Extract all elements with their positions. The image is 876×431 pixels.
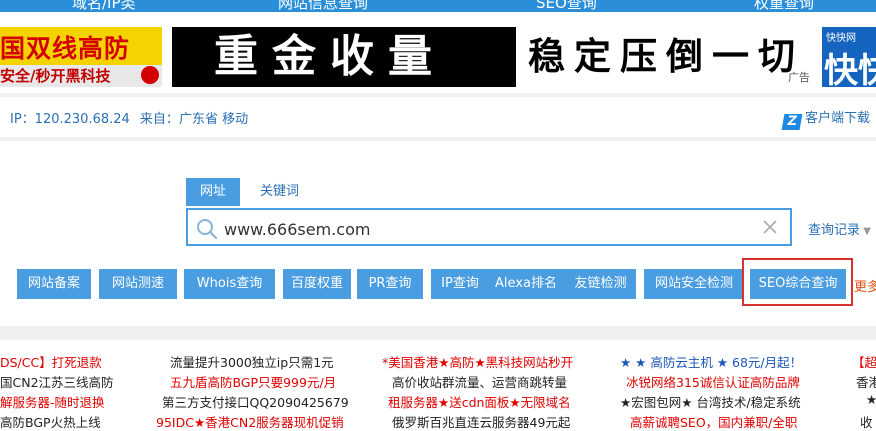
text-ad-link[interactable]: 95IDC★香港CN2服务器现机促销	[156, 412, 344, 431]
ip-address: IP：120.230.68.24	[10, 112, 130, 127]
divider	[0, 326, 876, 340]
tab-url[interactable]: 网址	[186, 178, 241, 206]
text-ad-link[interactable]: 五九盾高防BGP只要999元/月	[170, 372, 336, 391]
divider	[0, 137, 876, 141]
chevron-down-icon: ▼	[860, 226, 871, 237]
ad-banner-traffic-tagline: 稳定压倒一切	[528, 35, 804, 78]
button-icp-record[interactable]: 网站备案	[17, 269, 91, 299]
button-alexa[interactable]: Alexa排名	[479, 269, 573, 299]
query-history-dropdown[interactable]: 查询记录 ▼	[808, 219, 871, 238]
client-logo-icon: Z	[781, 114, 803, 130]
search-input[interactable]	[222, 216, 756, 242]
text-ad-link[interactable]: 香港	[856, 372, 876, 391]
top-nav-item-seo[interactable]: SEO查询	[536, 0, 597, 12]
hk-flower-icon	[141, 66, 159, 84]
search-box	[186, 208, 792, 246]
text-ad-link[interactable]: *美国香港★高防★黑科技网站秒开	[382, 352, 573, 371]
text-ad-link[interactable]: 国CN2江苏三线高防	[0, 372, 114, 391]
button-speed-test[interactable]: 网站测速	[99, 269, 177, 299]
text-ad-link[interactable]: ★宏图包网★ 台湾技术/稳定系统	[620, 392, 801, 411]
from-label: 来自：	[139, 112, 179, 127]
button-whois[interactable]: Whois查询	[184, 269, 275, 299]
ad-banner-traffic[interactable]: 重金收量 稳定压倒一切 广告	[172, 27, 812, 87]
top-nav-item-domain[interactable]: 域名/IP类	[72, 0, 136, 12]
highlight-box	[742, 258, 853, 306]
text-ad-link[interactable]: ★	[866, 392, 876, 407]
text-ad-link[interactable]: 流量提升3000独立ip只需1元	[170, 352, 334, 371]
text-ad-link[interactable]: 解服务器-随时退换	[0, 392, 105, 411]
banner-ads: 国双线高防 安全/秒开黑科技 重金收量 稳定压倒一切 广告 快快网 快快	[0, 25, 876, 91]
ad-banner-traffic-slogan: 重金收量	[172, 27, 516, 87]
ad-banner-ddos[interactable]: 国双线高防 安全/秒开黑科技	[0, 27, 162, 87]
button-friend-links[interactable]: 友链检测	[565, 269, 636, 299]
ip-info: IP：120.230.68.24 来自：广东省 移动	[10, 108, 254, 127]
text-ad-link[interactable]: 【超	[852, 352, 876, 371]
text-ad-link[interactable]: DS/CC】打死退款	[0, 352, 102, 371]
ad-label: 广告	[788, 71, 810, 84]
client-download-link[interactable]: Z 客户端下载	[781, 107, 870, 130]
button-security[interactable]: 网站安全检测	[644, 269, 744, 299]
more-link[interactable]: 更多	[854, 276, 876, 295]
text-ad-link[interactable]: 冰锐网络315诚信认证高防品牌	[626, 372, 800, 391]
top-nav-item-weight[interactable]: 权重查询	[754, 0, 814, 12]
text-ad-link[interactable]: 租服务器★送cdn面板★无限域名	[388, 392, 571, 411]
ad-banner-ddos-subtitle: 安全/秒开黑科技	[0, 65, 162, 87]
text-ad-link[interactable]: 高薪诚聘SEO，国内兼职/全职	[630, 412, 797, 431]
query-history-label: 查询记录	[808, 223, 861, 238]
button-pr[interactable]: PR查询	[357, 269, 423, 299]
ad-banner-kuaikuai-big: 快快	[824, 51, 876, 87]
button-baidu-weight[interactable]: 百度权重	[283, 269, 351, 299]
text-ad-link[interactable]: 第三方支付接口QQ2090425679	[162, 392, 349, 411]
top-nav: 域名/IP类 网站信息查询 SEO查询 权重查询	[0, 0, 876, 12]
ad-banner-kuaikuai[interactable]: 快快网 快快	[822, 27, 876, 87]
divider	[0, 93, 876, 97]
search-icon	[197, 219, 218, 240]
client-download-label: 客户端下载	[804, 111, 870, 126]
text-ad-link[interactable]: ★ ★ 高防云主机 ★ 68元/月起！	[620, 352, 802, 371]
top-nav-item-site-info[interactable]: 网站信息查询	[278, 0, 368, 12]
text-ad-link[interactable]: 收	[860, 412, 873, 431]
text-ad-link[interactable]: 高价收站群流量、运营商跳转量	[392, 372, 567, 391]
ad-banner-kuaikuai-small: 快快网	[826, 33, 856, 44]
location: 广东省 移动	[178, 112, 249, 127]
text-ad-link[interactable]: 俄罗斯百兆直连云服务器49元起	[392, 412, 570, 431]
text-ad-link[interactable]: 高防BGP火热上线	[0, 412, 101, 431]
clear-icon[interactable]	[760, 216, 780, 238]
tab-keyword[interactable]: 关键词	[246, 178, 313, 206]
ad-banner-ddos-title: 国双线高防	[0, 34, 131, 63]
